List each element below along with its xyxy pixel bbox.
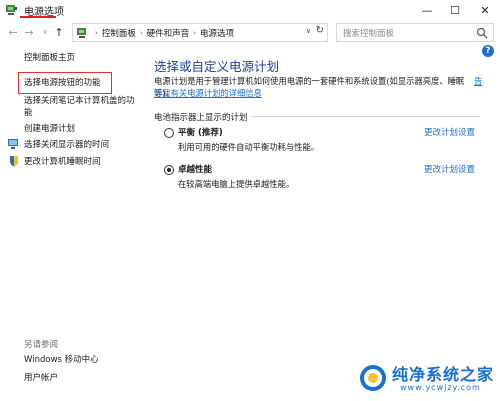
control-panel-icon	[77, 28, 86, 38]
address-row: ← → ∨ ↑ › 控制面板 › 硬件和声音 › 电源选项 ∨ ↻ 搜索控制面板	[0, 22, 500, 44]
see-also-heading: 另请参阅	[24, 340, 59, 350]
see-also-mobility-center[interactable]: Windows 移动中心	[24, 354, 99, 366]
sidebar-item-control-panel-home[interactable]: 控制面板主页	[24, 52, 75, 64]
plan-balanced: 平衡 (推荐) 利用可用的硬件自动平衡功耗与性能。 更改计划设置	[164, 126, 484, 158]
sidebar-item-lid-close-cont[interactable]: 能	[24, 107, 33, 119]
title-annotation-underline	[20, 16, 56, 18]
breadcrumb-hardware-sound[interactable]: 硬件和声音	[147, 27, 190, 39]
plan-ultimate-name[interactable]: 卓越性能	[178, 163, 212, 175]
back-button[interactable]: ←	[6, 24, 20, 40]
plan-balanced-change-settings[interactable]: 更改计划设置	[424, 126, 475, 138]
forward-button[interactable]: →	[22, 24, 36, 40]
section-divider	[252, 116, 480, 117]
watermark-url: www.ycwjzy.com	[400, 383, 481, 392]
display-shield-icon	[8, 139, 18, 149]
sidebar-item-lid-close[interactable]: 选择关闭笔记本计算机盖的功	[24, 95, 135, 107]
plan-balanced-radio[interactable]	[164, 128, 174, 138]
plan-ultimate-radio[interactable]	[164, 165, 174, 175]
learn-more-link-start[interactable]: 告	[474, 75, 482, 87]
watermark-text: 纯净系统之家	[392, 365, 495, 384]
learn-more-link[interactable]: 诉我有关电源计划的详细信息	[154, 87, 262, 99]
plan-balanced-name[interactable]: 平衡 (推荐)	[178, 126, 223, 138]
close-button[interactable]: ✕	[470, 0, 500, 20]
breadcrumb-control-panel[interactable]: 控制面板	[102, 27, 136, 39]
plan-balanced-desc: 利用可用的硬件自动平衡功耗与性能。	[178, 142, 320, 152]
breadcrumb-separator: ›	[193, 28, 196, 37]
refresh-icon[interactable]: ↻	[316, 25, 324, 36]
breadcrumb-separator: ›	[95, 28, 98, 37]
title-bar: 电源选项 — ☐ ✕	[0, 0, 500, 20]
search-input[interactable]: 搜索控制面板	[336, 23, 494, 42]
sidebar-item-create-plan[interactable]: 创建电源计划	[24, 123, 75, 135]
recent-locations-dropdown[interactable]: ∨	[38, 24, 52, 40]
search-icon	[476, 27, 488, 39]
watermark-logo-icon	[360, 365, 386, 391]
search-placeholder: 搜索控制面板	[343, 28, 395, 39]
plan-ultimate-change-settings[interactable]: 更改计划设置	[424, 163, 475, 175]
breadcrumb-separator: ›	[139, 28, 143, 37]
help-icon[interactable]: ?	[482, 45, 494, 57]
address-bar[interactable]: › 控制面板 › 硬件和声音 › 电源选项 ∨ ↻	[72, 23, 328, 42]
sidebar-item-power-button[interactable]: 选择电源按钮的功能	[24, 77, 101, 89]
plan-ultimate-performance: 卓越性能 在较高端电脑上提供卓越性能。 更改计划设置	[164, 163, 484, 195]
plans-section-label: 电池指示器上显示的计划	[154, 113, 248, 123]
sidebar-item-sleep-time[interactable]: 更改计算机睡眠时间	[24, 156, 101, 168]
sidebar-item-display-off[interactable]: 选择关闭显示器的时间	[24, 139, 109, 151]
breadcrumb-power-options[interactable]: 电源选项	[200, 27, 234, 39]
see-also-user-accounts[interactable]: 用户帐户	[24, 372, 58, 384]
plan-ultimate-desc: 在较高端电脑上提供卓越性能。	[178, 179, 295, 189]
address-dropdown[interactable]: ∨	[306, 27, 311, 35]
maximize-button[interactable]: ☐	[440, 0, 470, 20]
page-title: 选择或自定义电源计划	[154, 59, 280, 74]
moon-shield-icon	[10, 156, 18, 167]
up-button[interactable]: ↑	[52, 24, 66, 40]
minimize-button[interactable]: —	[412, 0, 442, 20]
power-options-icon	[6, 5, 17, 15]
